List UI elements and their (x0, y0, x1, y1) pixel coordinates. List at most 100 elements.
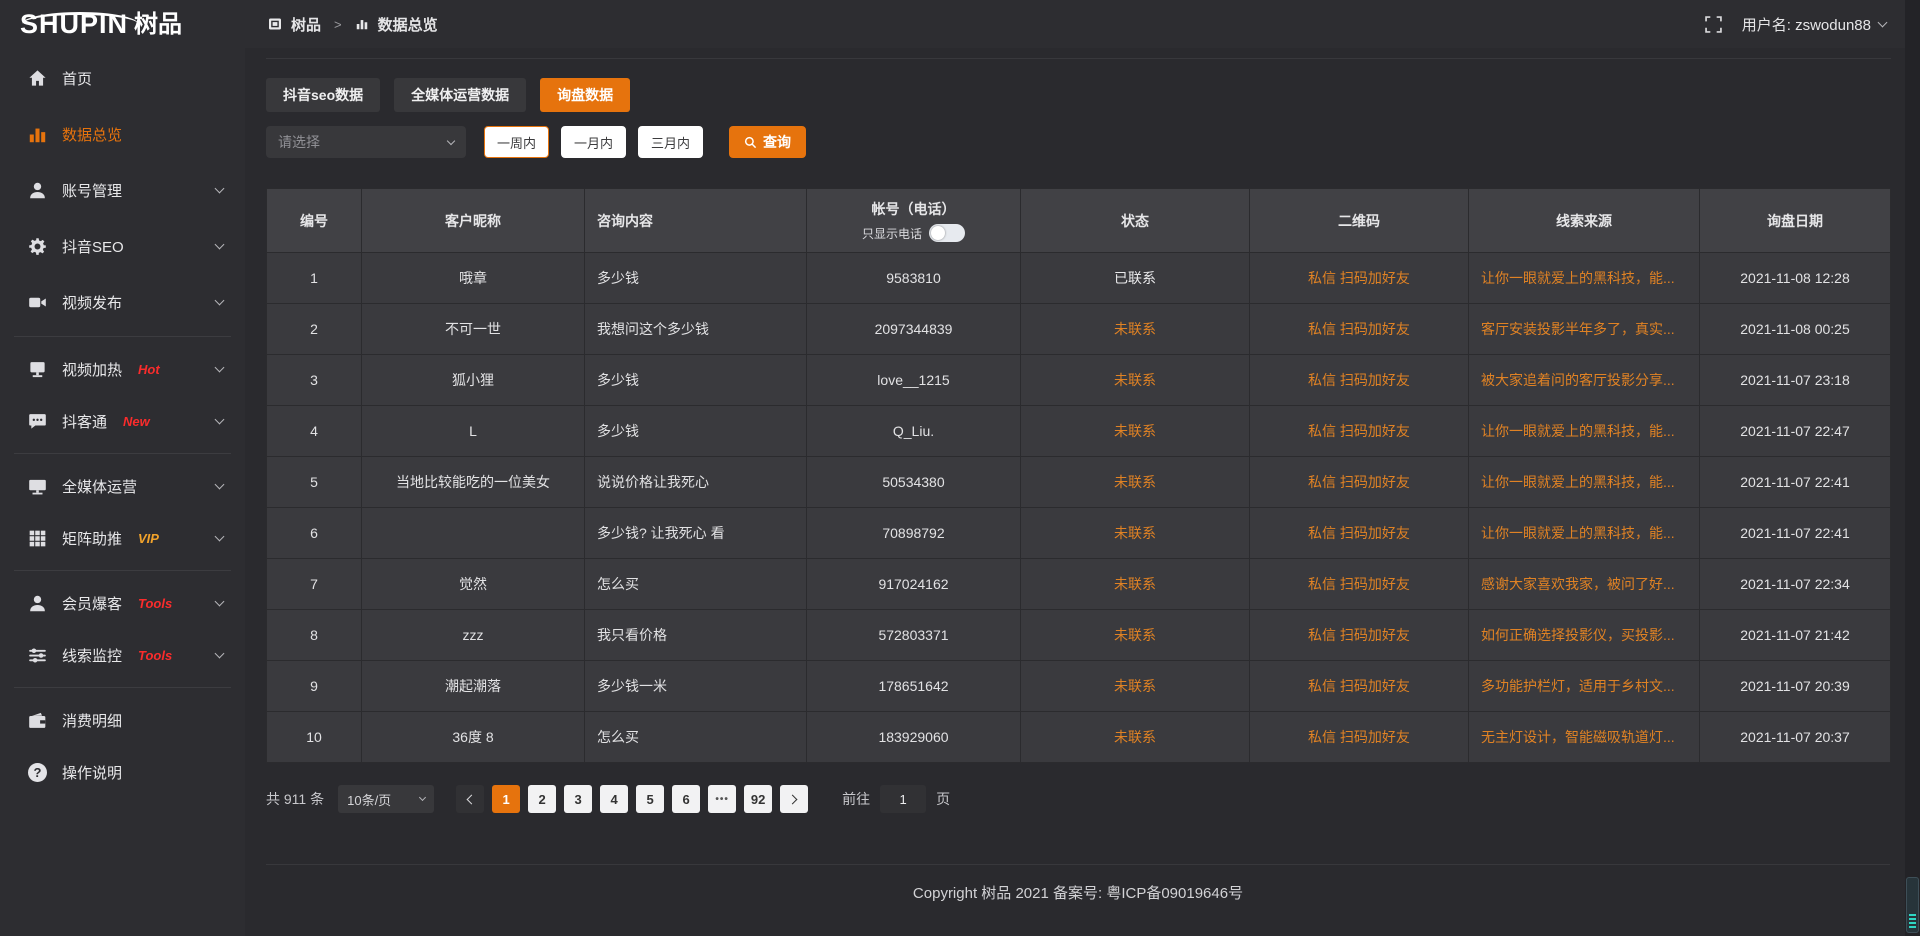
status-badge: 未联系 (1021, 661, 1250, 712)
sidebar-item-video-publish[interactable]: 视频发布 (0, 274, 245, 330)
next-page-button[interactable] (780, 785, 808, 813)
vip-badge: VIP (138, 531, 159, 546)
breadcrumb: 树品 > 数据总览 (245, 14, 438, 35)
qrcode-link[interactable]: 私信 扫码加好友 (1250, 559, 1469, 610)
cell-content: 多少钱一米 (585, 661, 807, 712)
source-link[interactable]: 多功能护栏灯，适用于乡村文... (1469, 661, 1700, 712)
cell-nickname: zzz (362, 610, 585, 661)
cell-id: 3 (267, 355, 362, 406)
cell-date: 2021-11-07 20:39 (1700, 661, 1891, 712)
phone-only-toggle[interactable] (929, 224, 965, 242)
goto-page-group: 前往 页 (842, 785, 950, 813)
goto-prefix-label: 前往 (842, 789, 870, 809)
period-week-button[interactable]: 一周内 (484, 126, 549, 158)
screen-icon (28, 360, 47, 379)
sidebar-item-member-burst[interactable]: 会员爆客 Tools (0, 577, 245, 629)
source-link[interactable]: 无主灯设计，智能磁吸轨道灯... (1469, 712, 1700, 763)
cell-account: 2097344839 (807, 304, 1021, 355)
wallet-icon (28, 711, 47, 730)
data-tabs: 抖音seo数据 全媒体运营数据 询盘数据 (266, 78, 1891, 112)
source-link[interactable]: 如何正确选择投影仪，买投影... (1469, 610, 1700, 661)
user-menu[interactable]: 用户名: zswodun88 (1742, 14, 1886, 35)
qrcode-link[interactable]: 私信 扫码加好友 (1250, 406, 1469, 457)
sidebar-item-omnimedia[interactable]: 全媒体运营 (0, 460, 245, 512)
page-button-2[interactable]: 2 (528, 785, 556, 813)
sidebar-item-doukeTong[interactable]: 抖客通 New (0, 395, 245, 447)
prev-page-button[interactable] (456, 785, 484, 813)
search-button-label: 查询 (763, 132, 791, 152)
more-pages-button[interactable] (708, 785, 736, 813)
sidebar-item-spending-detail[interactable]: 消费明细 (0, 694, 245, 746)
sidebar-item-instructions[interactable]: 操作说明 (0, 746, 245, 798)
fullscreen-icon[interactable] (1705, 16, 1722, 33)
sidebar-item-douyin-seo[interactable]: 抖音SEO (0, 218, 245, 274)
source-link[interactable]: 被大家追着问的客厅投影分享... (1469, 355, 1700, 406)
cell-nickname: 潮起潮落 (362, 661, 585, 712)
sidebar-item-label: 抖客通 (62, 411, 107, 432)
source-link[interactable]: 让你一眼就爱上的黑科技，能... (1469, 406, 1700, 457)
filter-select[interactable]: 请选择 (266, 126, 466, 158)
page-button-1[interactable]: 1 (492, 785, 520, 813)
cell-account: 70898792 (807, 508, 1021, 559)
sidebar-item-label: 数据总览 (62, 124, 122, 145)
chat-icon (28, 412, 47, 431)
floating-widget[interactable] (1906, 877, 1919, 933)
cell-date: 2021-11-07 22:41 (1700, 508, 1891, 559)
sidebar-item-label: 矩阵助推 (62, 528, 122, 549)
source-link[interactable]: 客厅安装投影半年多了，真实... (1469, 304, 1700, 355)
table-row: 8 zzz 我只看价格 572803371 未联系 私信 扫码加好友 如何正确选… (267, 610, 1891, 661)
qrcode-link[interactable]: 私信 扫码加好友 (1250, 712, 1469, 763)
sidebar-item-matrix-boost[interactable]: 矩阵助推 VIP (0, 512, 245, 564)
sidebar-item-label: 操作说明 (62, 762, 122, 783)
sidebar-item-account-management[interactable]: 账号管理 (0, 162, 245, 218)
page-size-value: 10条/页 (347, 790, 391, 809)
page-button-92[interactable]: 92 (744, 785, 772, 813)
total-count: 共 911 条 (266, 789, 324, 809)
sidebar-item-label: 会员爆客 (62, 593, 122, 614)
scrollbar-track[interactable] (1905, 0, 1920, 936)
source-link[interactable]: 让你一眼就爱上的黑科技，能... (1469, 253, 1700, 304)
table-row: 10 36度 8 怎么买 183929060 未联系 私信 扫码加好友 无主灯设… (267, 712, 1891, 763)
period-month-button[interactable]: 一月内 (561, 126, 626, 158)
user-icon (28, 181, 47, 200)
sidebar-item-lead-monitor[interactable]: 线索监控 Tools (0, 629, 245, 681)
tab-inquiry-data[interactable]: 询盘数据 (540, 78, 630, 112)
col-header-account: 帐号（电话） 只显示电话 (807, 189, 1021, 253)
tab-omnimedia-data[interactable]: 全媒体运营数据 (394, 78, 526, 112)
member-icon (28, 594, 47, 613)
period-quarter-button[interactable]: 三月内 (638, 126, 703, 158)
sidebar-item-data-overview[interactable]: 数据总览 (0, 106, 245, 162)
main-content: 抖音seo数据 全媒体运营数据 询盘数据 请选择 一周内 一月内 三月内 查询 (245, 48, 1920, 936)
page-button-3[interactable]: 3 (564, 785, 592, 813)
breadcrumb-home[interactable]: 树品 (291, 14, 321, 35)
qrcode-link[interactable]: 私信 扫码加好友 (1250, 355, 1469, 406)
table-row: 4 L 多少钱 Q_Liu. 未联系 私信 扫码加好友 让你一眼就爱上的黑科技，… (267, 406, 1891, 457)
tab-douyin-seo-data[interactable]: 抖音seo数据 (266, 78, 380, 112)
page-button-4[interactable]: 4 (600, 785, 628, 813)
qrcode-link[interactable]: 私信 扫码加好友 (1250, 508, 1469, 559)
chevron-down-icon (215, 415, 225, 425)
search-button[interactable]: 查询 (729, 126, 806, 158)
source-link[interactable]: 感谢大家喜欢我家，被问了好... (1469, 559, 1700, 610)
sidebar-item-home[interactable]: 首页 (0, 50, 245, 106)
qrcode-link[interactable]: 私信 扫码加好友 (1250, 457, 1469, 508)
page-footer: Copyright 树品 2021 备案号: 粤ICP备09019646号 (266, 864, 1890, 903)
table-row: 1 哦章 多少钱 9583810 已联系 私信 扫码加好友 让你一眼就爱上的黑科… (267, 253, 1891, 304)
qrcode-link[interactable]: 私信 扫码加好友 (1250, 661, 1469, 712)
page-size-select[interactable]: 10条/页 (338, 785, 434, 813)
source-link[interactable]: 让你一眼就爱上的黑科技，能... (1469, 508, 1700, 559)
status-badge: 未联系 (1021, 610, 1250, 661)
cell-nickname: 当地比较能吃的一位美女 (362, 457, 585, 508)
page-button-6[interactable]: 6 (672, 785, 700, 813)
page-button-5[interactable]: 5 (636, 785, 664, 813)
cell-id: 1 (267, 253, 362, 304)
qrcode-link[interactable]: 私信 扫码加好友 (1250, 610, 1469, 661)
qrcode-link[interactable]: 私信 扫码加好友 (1250, 304, 1469, 355)
goto-page-input[interactable] (880, 785, 926, 813)
table-row: 5 当地比较能吃的一位美女 说说价格让我死心 50534380 未联系 私信 扫… (267, 457, 1891, 508)
cell-nickname: 不可一世 (362, 304, 585, 355)
qrcode-link[interactable]: 私信 扫码加好友 (1250, 253, 1469, 304)
sidebar-item-video-heat[interactable]: 视频加热 Hot (0, 343, 245, 395)
pagination: 共 911 条 10条/页 1 2 3 4 5 6 92 前往 页 (266, 785, 1891, 813)
source-link[interactable]: 让你一眼就爱上的黑科技，能... (1469, 457, 1700, 508)
